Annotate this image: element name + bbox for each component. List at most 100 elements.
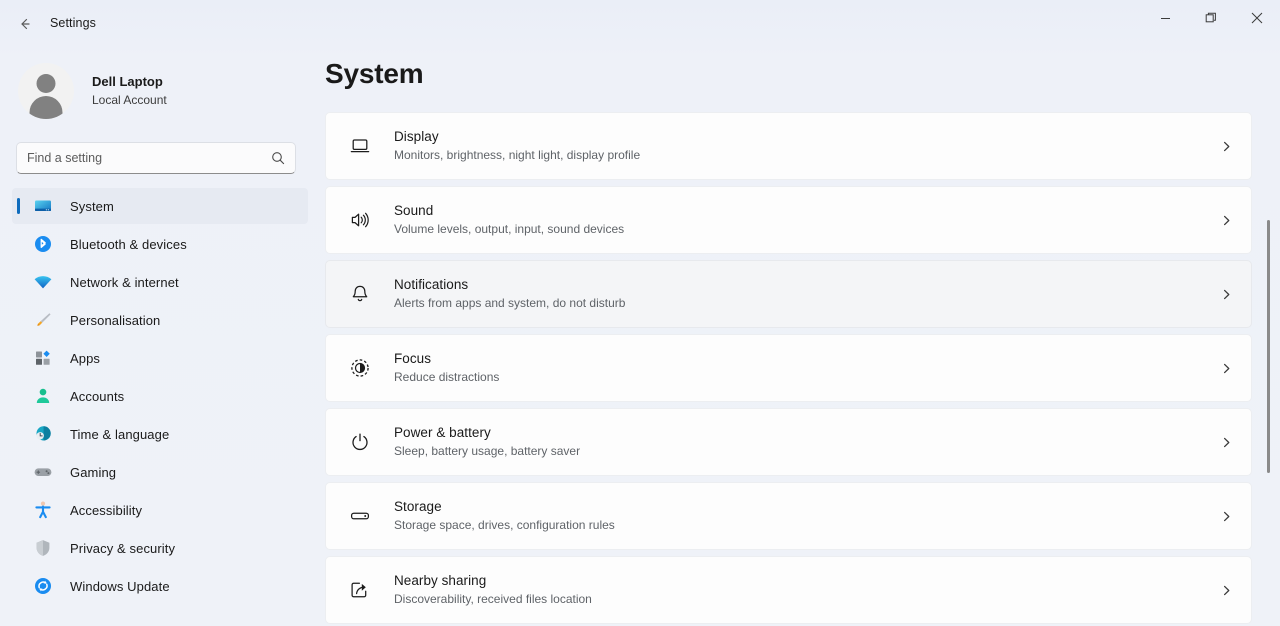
- back-button[interactable]: [10, 11, 40, 37]
- focus-moon-icon: [340, 348, 380, 388]
- back-arrow-icon: [17, 16, 33, 32]
- bluetooth-icon: [32, 233, 54, 255]
- chevron-right-icon[interactable]: [1209, 351, 1243, 385]
- sidebar-item-time-language[interactable]: Time & language: [12, 416, 308, 452]
- card-title: Sound: [394, 202, 1209, 220]
- chevron-right-icon[interactable]: [1209, 573, 1243, 607]
- share-icon: [340, 570, 380, 610]
- sidebar: Dell Laptop Local Account: [0, 48, 320, 626]
- chevron-right-icon[interactable]: [1209, 425, 1243, 459]
- close-icon: [1251, 11, 1263, 29]
- settings-row-nearby-sharing[interactable]: Nearby sharing Discoverability, received…: [325, 556, 1252, 624]
- avatar-body: [30, 96, 63, 119]
- settings-window: Settings: [0, 0, 1280, 626]
- sidebar-item-personalisation[interactable]: Personalisation: [12, 302, 308, 338]
- card-text: Sound Volume levels, output, input, soun…: [394, 202, 1209, 238]
- search-input[interactable]: [27, 151, 271, 165]
- card-text: Nearby sharing Discoverability, received…: [394, 572, 1209, 608]
- close-button[interactable]: [1234, 0, 1280, 40]
- sidebar-item-label: Windows Update: [70, 579, 170, 594]
- settings-row-power-battery[interactable]: Power & battery Sleep, battery usage, ba…: [325, 408, 1252, 476]
- sidebar-item-apps[interactable]: Apps: [12, 340, 308, 376]
- person-icon: [32, 385, 54, 407]
- display-monitor-icon: [340, 126, 380, 166]
- sidebar-item-label: Privacy & security: [70, 541, 175, 556]
- gamepad-icon: [32, 461, 54, 483]
- settings-row-display[interactable]: Display Monitors, brightness, night ligh…: [325, 112, 1252, 180]
- card-subtitle: Sleep, battery usage, battery saver: [394, 443, 1209, 460]
- settings-card-list: Display Monitors, brightness, night ligh…: [320, 112, 1280, 624]
- search-box[interactable]: [16, 142, 296, 174]
- card-text: Power & battery Sleep, battery usage, ba…: [394, 424, 1209, 460]
- minimize-icon: [1160, 11, 1171, 29]
- card-text: Notifications Alerts from apps and syste…: [394, 276, 1209, 312]
- sidebar-nav: System Bluetooth & devices: [0, 188, 320, 604]
- wifi-icon: [32, 271, 54, 293]
- power-icon: [340, 422, 380, 462]
- maximize-icon: [1205, 11, 1217, 29]
- scrollbar-thumb[interactable]: [1267, 220, 1270, 473]
- chevron-right-icon[interactable]: [1209, 129, 1243, 163]
- sidebar-item-label: Accounts: [70, 389, 124, 404]
- settings-row-sound[interactable]: Sound Volume levels, output, input, soun…: [325, 186, 1252, 254]
- sidebar-item-label: Network & internet: [70, 275, 179, 290]
- window-controls: [1142, 0, 1280, 40]
- minimize-button[interactable]: [1142, 0, 1188, 40]
- bell-icon: [340, 274, 380, 314]
- chevron-right-icon[interactable]: [1209, 499, 1243, 533]
- sidebar-item-bluetooth-devices[interactable]: Bluetooth & devices: [12, 226, 308, 262]
- card-subtitle: Discoverability, received files location: [394, 591, 1209, 608]
- card-subtitle: Reduce distractions: [394, 369, 1209, 386]
- card-subtitle: Alerts from apps and system, do not dist…: [394, 295, 1209, 312]
- sidebar-item-label: Bluetooth & devices: [70, 237, 187, 252]
- sidebar-item-windows-update[interactable]: Windows Update: [12, 568, 308, 604]
- shield-icon: [32, 537, 54, 559]
- accessibility-person-icon: [32, 499, 54, 521]
- clock-globe-icon: [32, 423, 54, 445]
- chevron-right-icon[interactable]: [1209, 203, 1243, 237]
- paintbrush-icon: [32, 309, 54, 331]
- sidebar-item-privacy-security[interactable]: Privacy & security: [12, 530, 308, 566]
- card-title: Nearby sharing: [394, 572, 1209, 590]
- card-title: Power & battery: [394, 424, 1209, 442]
- apps-grid-icon: [32, 347, 54, 369]
- card-title: Storage: [394, 498, 1209, 516]
- chevron-right-icon[interactable]: [1209, 277, 1243, 311]
- account-type: Local Account: [92, 92, 167, 109]
- main-content: System Display Monitors, brightness, nig…: [320, 48, 1280, 626]
- speaker-volume-icon: [340, 200, 380, 240]
- monitor-icon: [32, 195, 54, 217]
- account-header[interactable]: Dell Laptop Local Account: [0, 48, 320, 122]
- sidebar-item-accessibility[interactable]: Accessibility: [12, 492, 308, 528]
- sidebar-item-network-internet[interactable]: Network & internet: [12, 264, 308, 300]
- card-text: Focus Reduce distractions: [394, 350, 1209, 386]
- account-name: Dell Laptop: [92, 73, 167, 90]
- settings-row-storage[interactable]: Storage Storage space, drives, configura…: [325, 482, 1252, 550]
- search-icon: [271, 151, 285, 165]
- maximize-button[interactable]: [1188, 0, 1234, 40]
- sidebar-item-label: Gaming: [70, 465, 116, 480]
- refresh-circle-icon: [32, 575, 54, 597]
- sidebar-item-label: Apps: [70, 351, 100, 366]
- sidebar-item-label: Personalisation: [70, 313, 160, 328]
- settings-row-focus[interactable]: Focus Reduce distractions: [325, 334, 1252, 402]
- sidebar-item-accounts[interactable]: Accounts: [12, 378, 308, 414]
- avatar-head: [37, 74, 56, 93]
- card-title: Display: [394, 128, 1209, 146]
- card-text: Storage Storage space, drives, configura…: [394, 498, 1209, 534]
- page-title: System: [325, 58, 1280, 90]
- sidebar-item-gaming[interactable]: Gaming: [12, 454, 308, 490]
- card-subtitle: Volume levels, output, input, sound devi…: [394, 221, 1209, 238]
- card-title: Notifications: [394, 276, 1209, 294]
- app-title: Settings: [50, 16, 96, 30]
- card-text: Display Monitors, brightness, night ligh…: [394, 128, 1209, 164]
- account-text: Dell Laptop Local Account: [92, 73, 167, 109]
- hard-drive-icon: [340, 496, 380, 536]
- sidebar-item-system[interactable]: System: [12, 188, 308, 224]
- avatar: [18, 63, 74, 119]
- card-title: Focus: [394, 350, 1209, 368]
- vertical-scrollbar[interactable]: [1263, 168, 1275, 626]
- card-subtitle: Storage space, drives, configuration rul…: [394, 517, 1209, 534]
- sidebar-item-label: Time & language: [70, 427, 169, 442]
- settings-row-notifications[interactable]: Notifications Alerts from apps and syste…: [325, 260, 1252, 328]
